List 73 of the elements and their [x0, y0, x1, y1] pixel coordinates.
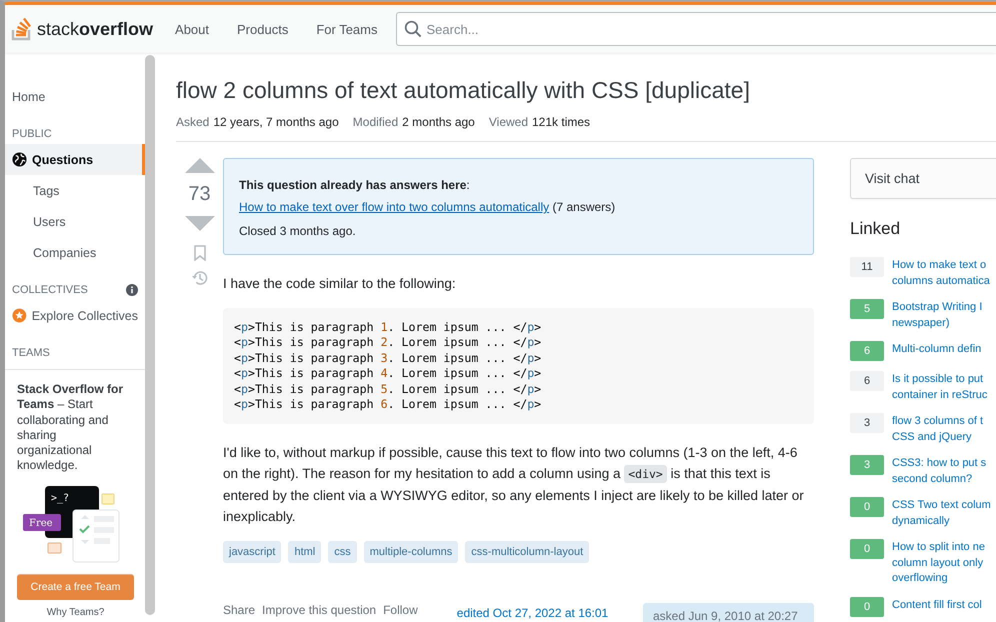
- linked-heading: Linked: [850, 219, 902, 239]
- score-badge: 5: [850, 299, 884, 319]
- question-text: I have the code similar to the following:: [223, 275, 457, 293]
- score-badge: 0: [850, 596, 884, 616]
- nav-link[interactable]: For Teams: [304, 16, 390, 42]
- asked-info: asked Jun 9, 2010 at 20:27: [643, 603, 814, 622]
- linked-question-link[interactable]: flow 3 columns of t CSS and jQuery: [892, 414, 984, 445]
- history-icon[interactable]: [190, 269, 208, 287]
- create-team-button[interactable]: Create a free Team: [17, 574, 134, 600]
- meta-value: 12 years, 7 months ago: [213, 115, 339, 129]
- tag[interactable]: css-multicolumn-layout: [465, 541, 590, 564]
- linked-question-link[interactable]: Multi-column defin: [892, 342, 982, 358]
- score-badge: 11: [850, 257, 884, 277]
- score-badge: 6: [850, 371, 884, 391]
- tag[interactable]: javascript: [223, 541, 282, 564]
- sidebar-scrollbar[interactable]: [145, 55, 155, 615]
- teams-illustration-drawing: >_? Free: [23, 486, 123, 564]
- meta-value: 2 months ago: [402, 115, 475, 129]
- score-badge: 6: [850, 341, 884, 361]
- question-title: flow 2 columns of text automatically with CSS [duplicate]: [176, 77, 751, 104]
- score-badge: 0: [850, 497, 884, 517]
- why-teams-link[interactable]: Why Teams?: [17, 606, 134, 618]
- upvote-icon[interactable]: [184, 158, 214, 173]
- downvote-icon[interactable]: [184, 216, 214, 231]
- stack-overflow-logo[interactable]: stackoverflow: [11, 15, 154, 43]
- score-badge: 3: [850, 455, 884, 475]
- search-field[interactable]: Search...: [396, 12, 996, 46]
- linked-question-link[interactable]: CSS Two text colum dynamically: [892, 498, 991, 529]
- code-block: <p>This is paragraph 1. Lorem ipsum ... </p> <p>This is paragraph 2. Lorem ipsum ... </p> <p>This is paragraph 3. Lorem ipsum ... </p> <p>This is paragraph 4. Lorem ipsum ... </p> <p>This is paragraph 5. Lorem ipsum ... </p> <p>This is paragraph 6. Lorem ipsum ... </p>: [223, 308, 814, 424]
- collective-icon: [12, 308, 27, 323]
- sidebar-item-label: Explore Collectives: [32, 308, 138, 322]
- nav-link[interactable]: About: [163, 16, 222, 42]
- tag[interactable]: css: [328, 541, 357, 564]
- nav-link[interactable]: Products: [225, 16, 300, 42]
- section-heading: PUBLIC: [12, 128, 52, 140]
- linked-question-link[interactable]: How to make text o columns automatica: [892, 258, 990, 289]
- meta-label: Asked: [176, 115, 210, 129]
- sidebar-item-label: Questions: [32, 152, 94, 166]
- teams-promo-text: Stack Overflow for Teams – Start collaborating and sharing organizational knowledge.: [17, 382, 124, 474]
- sidebar-item[interactable]: Home: [5, 81, 145, 112]
- sidebar-item[interactable]: Questions: [5, 144, 145, 175]
- post-action-link[interactable]: Share: [223, 603, 262, 618]
- notice-heading: This question already has answers here:: [239, 177, 471, 193]
- tag[interactable]: html: [288, 541, 322, 564]
- linked-question-link[interactable]: Is it possible to put container in reStruc: [892, 372, 988, 403]
- meta-value: 121k times: [532, 115, 590, 129]
- score-badge: 3: [850, 413, 884, 433]
- linked-question-link[interactable]: How to split into ne column layout only overflowing: [892, 540, 985, 586]
- section-heading: TEAMS: [12, 347, 50, 359]
- closed-note: Closed 3 months ago.: [239, 223, 357, 239]
- section-heading: COLLECTIVES: [12, 284, 88, 296]
- linked-question-link[interactable]: Content fill first col: [892, 598, 982, 613]
- score-badge: 0: [850, 539, 884, 559]
- linked-question-link[interactable]: CSS3: how to put s second column?: [892, 456, 986, 487]
- bookmark-icon[interactable]: [194, 245, 206, 261]
- info-icon[interactable]: [126, 284, 138, 296]
- sidebar-item[interactable]: Companies: [5, 237, 145, 268]
- visit-chat-link[interactable]: Visit chat: [850, 158, 996, 199]
- duplicate-link[interactable]: How to make text over flow into two columns automatically: [239, 200, 550, 214]
- linked-question-link[interactable]: Bootstrap Writing I newspaper): [892, 300, 982, 331]
- question-text: I'd like to, without markup if possible, cause this text to flow into two columns (1-3 on the left, 4-6 on the right). The reason for my hesitation to add a column using a <div> is that this text is entered by the client via a WYSIWYG editor, so any elements I inject are likely to be killed later or inexplicably.: [223, 444, 805, 526]
- globe-icon: [12, 152, 27, 167]
- post-action-link[interactable]: Follow: [383, 603, 425, 618]
- sidebar-item[interactable]: Tags: [5, 175, 145, 206]
- meta-label: Viewed: [488, 115, 528, 129]
- sidebar-item[interactable]: Users: [5, 206, 145, 237]
- vote-count: 73: [188, 183, 211, 206]
- answer-count: (7 answers): [552, 200, 616, 214]
- edited-link[interactable]: edited Oct 27, 2022 at 16:01: [456, 606, 608, 620]
- sidebar-item[interactable]: Explore Collectives: [5, 300, 145, 331]
- tag[interactable]: multiple-columns: [364, 541, 458, 564]
- meta-label: Modified: [352, 115, 398, 129]
- post-action-link[interactable]: Improve this question: [262, 603, 384, 618]
